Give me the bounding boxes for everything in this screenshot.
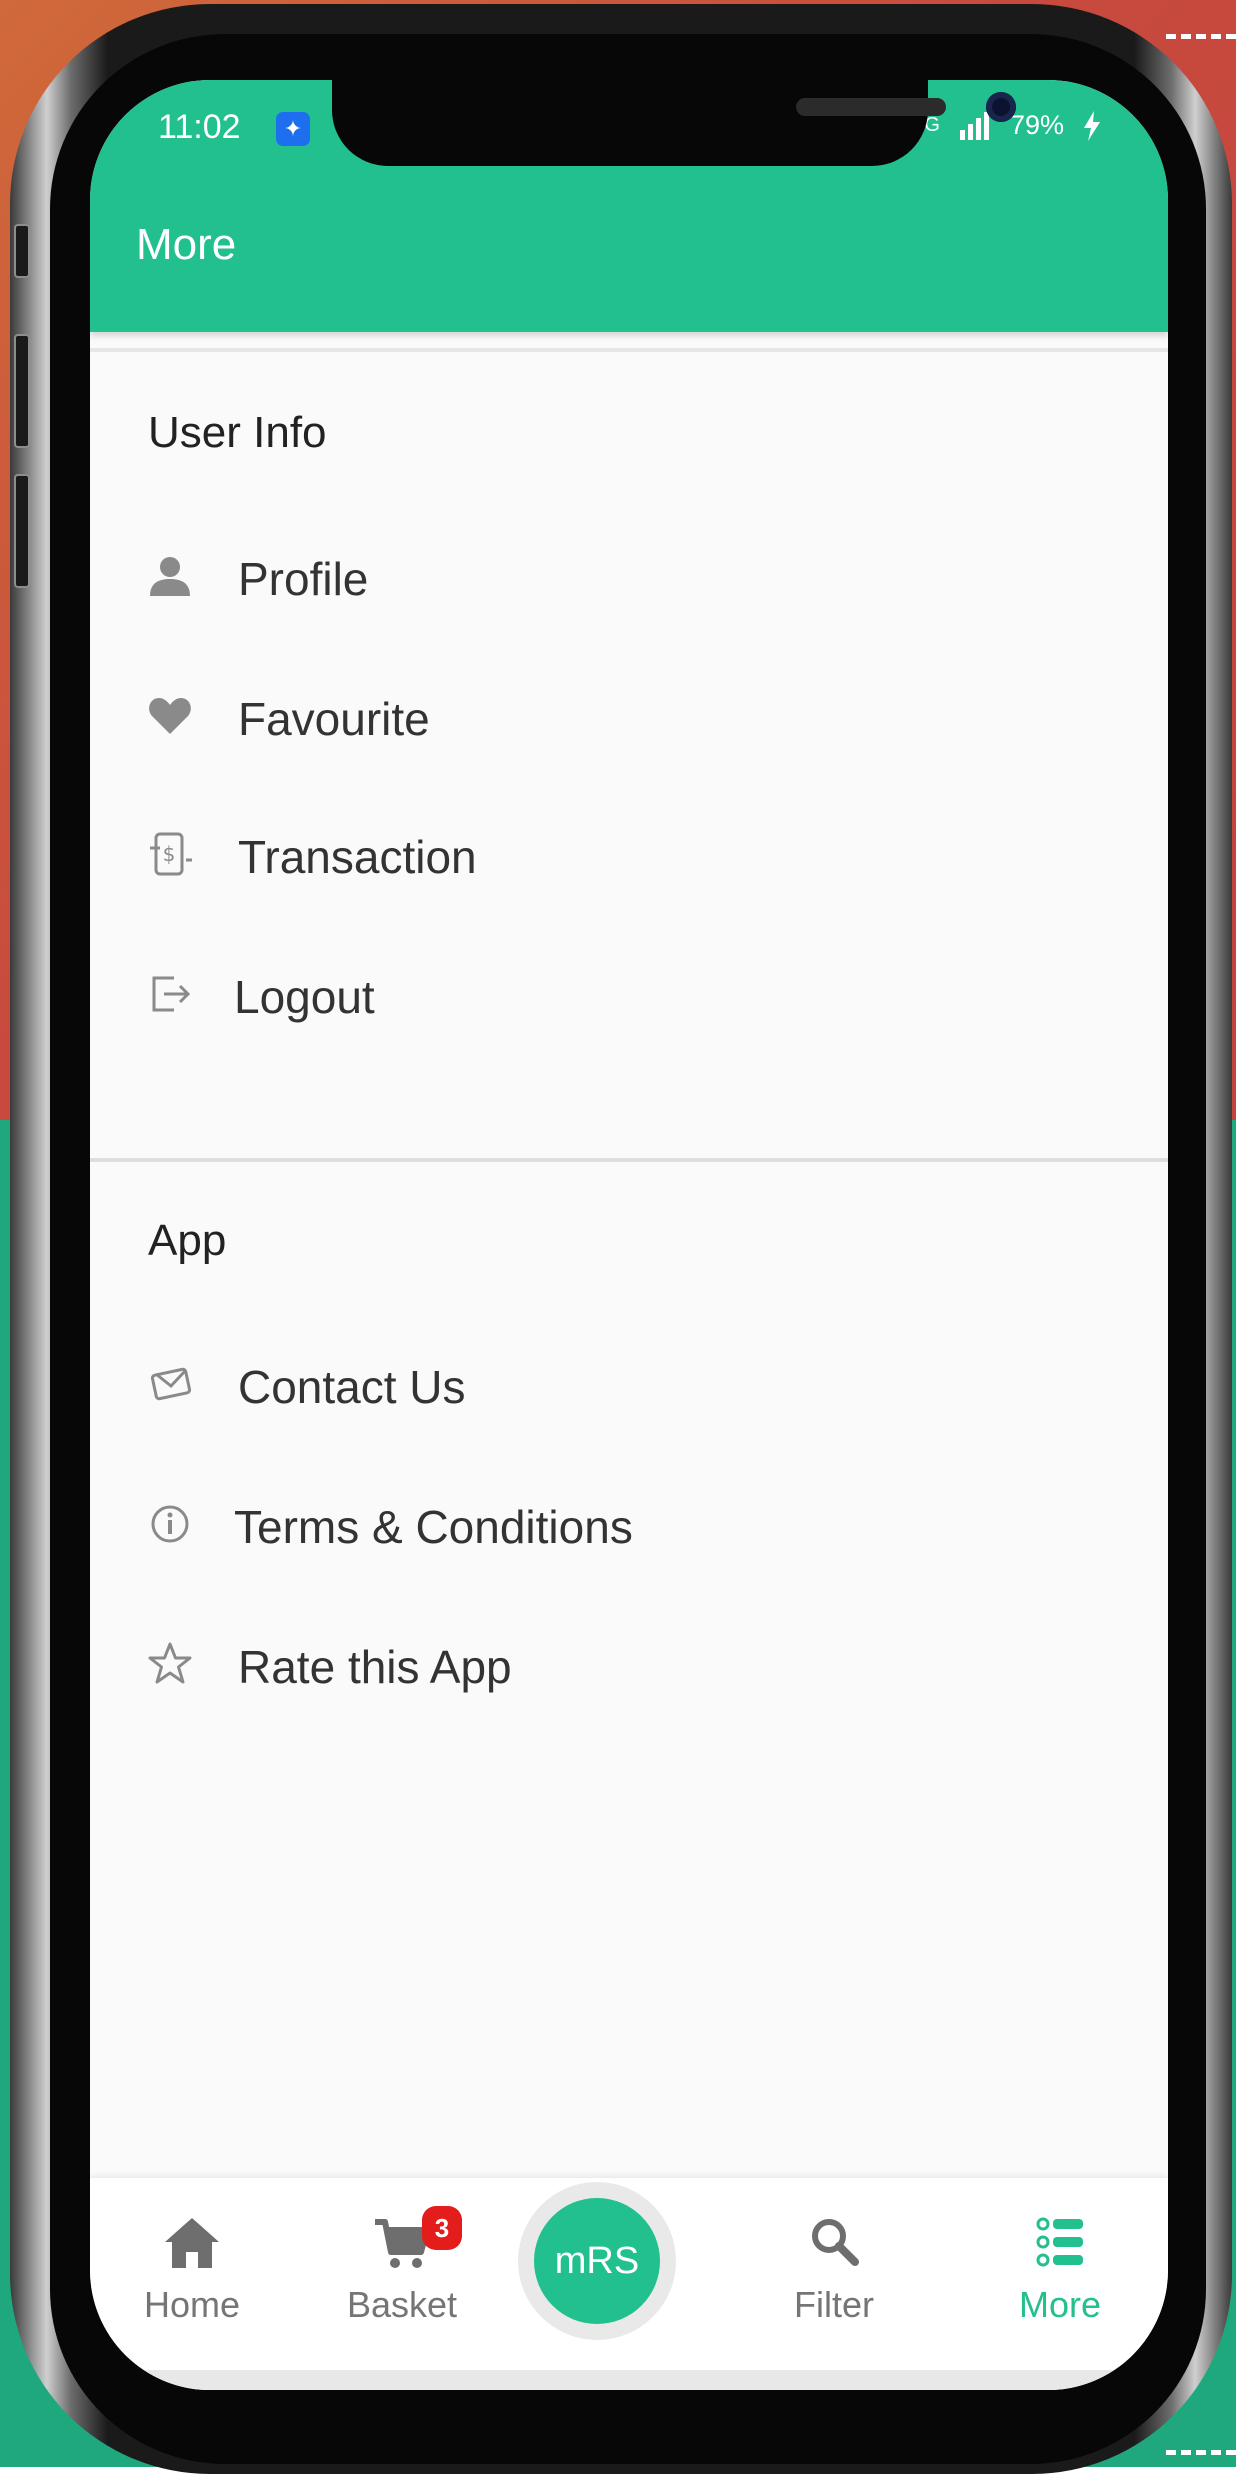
search-icon [812,2219,859,2266]
battery-level: 79% [1009,110,1064,140]
divider [90,1158,1168,1162]
nav-basket[interactable]: 3 Basket [312,2198,492,2338]
person-icon [150,557,190,596]
menu-item-favourite[interactable]: Favourite [90,664,1168,774]
section-title-user-info: User Info [148,408,327,457]
home-indicator-bar [90,2370,1168,2390]
nav-basket-label: Basket [346,2284,458,2325]
status-time: 11:02 [158,108,241,146]
center-button-ring: mRS [518,2182,676,2340]
menu-item-label: Logout [234,971,375,1023]
menu-item-profile[interactable]: Profile [90,524,1168,634]
nav-home-label: Home [143,2284,241,2325]
menu-item-label: Profile [238,553,369,605]
front-camera [986,92,1016,122]
signal-icon [959,111,989,140]
phone-screen: 11:02 ✦ 4G 79% More User Info Profile Fa… [90,80,1168,2390]
menu-item-terms[interactable]: Terms & Conditions [90,1472,1168,1582]
bottom-navigation: Home 3 Basket mRS Filter More [90,2178,1168,2390]
menu-item-label: Favourite [238,693,430,745]
nav-filter[interactable]: Filter [744,2198,924,2338]
section-title-app: App [148,1216,227,1265]
menu-list-icon [1036,2217,1083,2267]
info-icon [151,1505,189,1543]
charging-icon [1084,110,1100,141]
heart-icon [149,698,191,734]
phone-side-button [14,334,30,448]
menu-item-rate-app[interactable]: Rate this App [90,1612,1168,1722]
speaker [796,98,946,116]
menu-item-label: Transaction [238,831,477,883]
nav-home[interactable]: Home [102,2198,282,2338]
mail-icon [150,1367,192,1401]
logout-icon [152,976,191,1012]
star-icon [148,1642,192,1684]
menu-item-logout[interactable]: Logout [90,942,1168,1052]
page-title: More [136,220,237,269]
notification-icon: ✦ [276,112,310,146]
home-icon [165,2218,219,2268]
menu-item-label: Rate this App [238,1641,512,1693]
nav-more[interactable]: More [970,2198,1150,2338]
transaction-icon: $ [150,832,192,876]
phone-side-button [14,474,30,588]
menu-item-label: Contact Us [238,1361,466,1413]
phone-side-button [14,224,30,278]
phone-notch [332,80,1016,166]
menu-item-label: Terms & Conditions [234,1501,633,1553]
svg-text:$: $ [163,842,176,866]
decor-dash [1166,34,1236,39]
basket-count-badge: 3 [422,2206,462,2250]
center-logo-button[interactable]: mRS [534,2198,660,2324]
menu-item-transaction[interactable]: $ Transaction [90,802,1168,912]
menu-item-contact-us[interactable]: Contact Us [90,1332,1168,1442]
divider [90,348,1168,352]
decor-dash [1166,2450,1236,2455]
nav-filter-label: Filter [794,2284,874,2325]
nav-more-label: More [1018,2284,1102,2325]
